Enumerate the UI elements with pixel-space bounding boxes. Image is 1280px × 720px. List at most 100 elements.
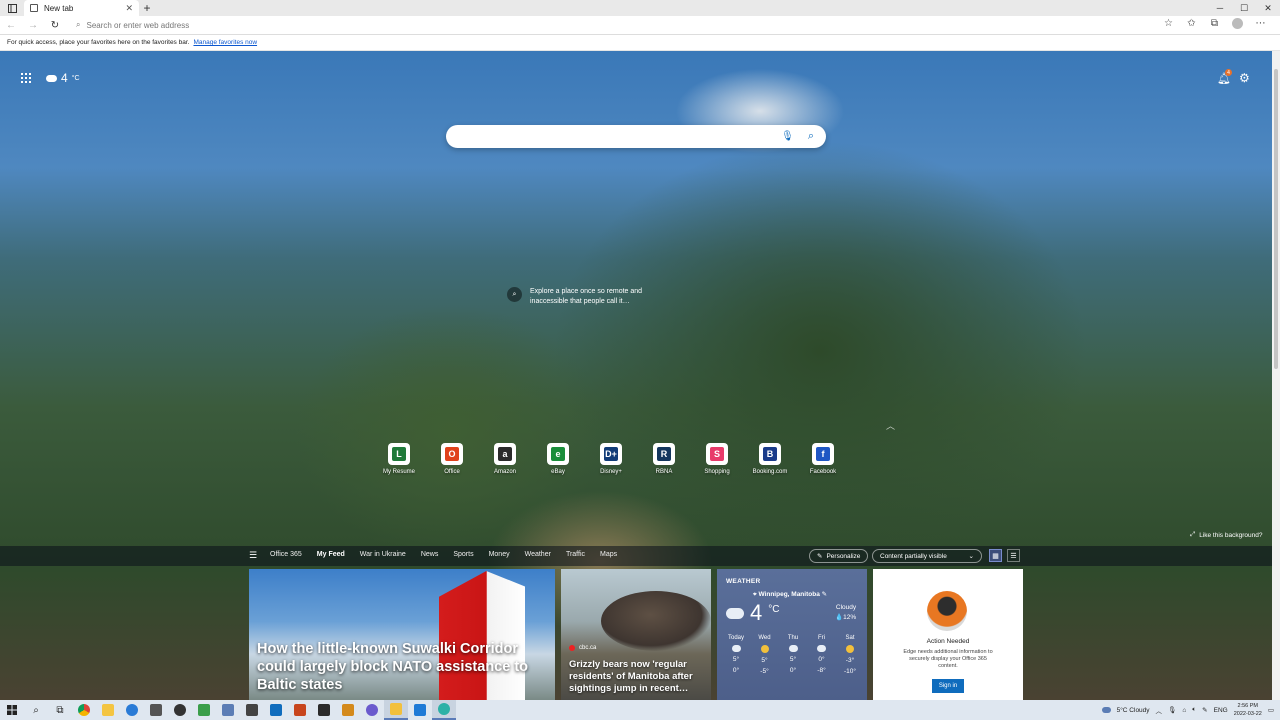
start-windows-icon[interactable] bbox=[0, 700, 24, 720]
forward-icon[interactable]: → bbox=[22, 20, 44, 31]
quick-link-logo-icon: D+ bbox=[600, 443, 622, 465]
chevron-up-icon[interactable]: ︿ bbox=[886, 419, 895, 432]
quick-link-logo-icon: e bbox=[547, 443, 569, 465]
close-window-icon[interactable]: ✕ bbox=[1256, 3, 1280, 14]
language-indicator[interactable]: ENG bbox=[1214, 707, 1228, 714]
sign-in-button[interactable]: Sign in bbox=[932, 679, 964, 693]
edit-location-icon[interactable]: ✎ bbox=[822, 591, 827, 598]
weather-card[interactable]: WEATHER ⌖ Winnipeg, Manitoba ✎ 4 °C Clou… bbox=[717, 569, 867, 700]
search-submit-icon[interactable]: ⌕ bbox=[808, 130, 814, 143]
maximize-icon[interactable]: ☐ bbox=[1232, 3, 1256, 14]
tab-strip: New tab ✕ + ─ ☐ ✕ bbox=[0, 0, 1280, 16]
feed-tab[interactable]: My Feed bbox=[317, 551, 345, 558]
weather-widget[interactable]: 4 °C bbox=[46, 71, 80, 85]
more-options-icon[interactable]: ⋯ bbox=[1249, 18, 1272, 32]
feed-tab[interactable]: Sports bbox=[453, 551, 473, 558]
quick-link[interactable]: f Facebook bbox=[804, 443, 842, 475]
quick-link[interactable]: e eBay bbox=[539, 443, 577, 475]
hamburger-menu-icon[interactable]: ☰ bbox=[249, 550, 257, 561]
app-launcher-icon[interactable] bbox=[21, 73, 31, 83]
close-tab-icon[interactable]: ✕ bbox=[125, 3, 133, 14]
clock[interactable]: 2:56 PM 2022-03-22 bbox=[1234, 702, 1262, 718]
news-card-grizzly[interactable]: cbc.ca Grizzly bears now 'regular reside… bbox=[561, 569, 711, 700]
favorites-hint: For quick access, place your favorites h… bbox=[7, 39, 190, 46]
magnifier-icon: ⌕ bbox=[507, 287, 522, 302]
scrollbar-thumb[interactable] bbox=[1274, 69, 1278, 369]
list-layout-icon[interactable]: ☰ bbox=[1007, 549, 1020, 562]
edge-icon[interactable] bbox=[432, 700, 456, 720]
notifications-button[interactable]: 🔔︎ 4 bbox=[1217, 69, 1232, 85]
microphone-icon[interactable]: 🎙︎ bbox=[781, 131, 794, 142]
quick-link[interactable]: R RBNA bbox=[645, 443, 683, 475]
media-app-icon[interactable] bbox=[336, 700, 360, 720]
photos-icon[interactable] bbox=[216, 700, 240, 720]
obs-icon[interactable] bbox=[168, 700, 192, 720]
microphone-tray-icon[interactable]: 🎙︎ bbox=[1168, 706, 1176, 714]
refresh-icon[interactable]: ↻ bbox=[44, 20, 66, 31]
favorites-icon[interactable]: ✩ bbox=[1180, 18, 1203, 32]
quick-link[interactable]: L My Resume bbox=[380, 443, 418, 475]
manage-favorites-link[interactable]: Manage favorites now bbox=[193, 39, 257, 46]
grid-layout-icon[interactable]: ▦ bbox=[989, 549, 1002, 562]
personalize-button[interactable]: ✎ Personalize bbox=[809, 549, 869, 563]
profile-icon[interactable] bbox=[1226, 18, 1249, 32]
back-icon[interactable]: ← bbox=[0, 20, 22, 31]
like-background-button[interactable]: ⤢ Like this background? bbox=[1190, 531, 1262, 539]
news-card-nato[interactable]: How the little-known Suwalki Corridor co… bbox=[249, 569, 555, 700]
weather-unit: °C bbox=[71, 74, 80, 82]
tab-actions-icon[interactable] bbox=[0, 0, 24, 16]
camera-app-icon[interactable] bbox=[312, 700, 336, 720]
address-field[interactable]: ⌕ Search or enter web address bbox=[72, 18, 1157, 33]
store-icon[interactable] bbox=[240, 700, 264, 720]
quick-link[interactable]: S Shopping bbox=[698, 443, 736, 475]
chrome-icon[interactable] bbox=[72, 700, 96, 720]
tray-overflow-icon[interactable]: ︿ bbox=[1156, 705, 1163, 715]
quick-link[interactable]: O Office bbox=[433, 443, 471, 475]
taskbar-search-icon[interactable]: ⌕ bbox=[24, 700, 48, 720]
quick-link-logo-icon: R bbox=[653, 443, 675, 465]
taskbar-weather[interactable]: 5°C Cloudy bbox=[1117, 707, 1150, 714]
background-info[interactable]: ⌕ Explore a place once so remote and ina… bbox=[507, 287, 667, 307]
add-favorite-icon[interactable]: ☆ bbox=[1157, 18, 1180, 32]
feed-tab[interactable]: Money bbox=[489, 551, 510, 558]
feed-tab[interactable]: News bbox=[421, 551, 439, 558]
feed-tab[interactable]: Traffic bbox=[566, 551, 585, 558]
new-tab-button[interactable]: + bbox=[139, 1, 155, 15]
current-temp: 4 bbox=[750, 600, 763, 625]
sticky-notes-icon[interactable] bbox=[384, 700, 408, 720]
network-icon[interactable]: ⌂ bbox=[1182, 707, 1186, 714]
feed-tab[interactable]: Weather bbox=[525, 551, 551, 558]
feed-tab[interactable]: War in Ukraine bbox=[360, 551, 406, 558]
edge-legacy-icon[interactable] bbox=[120, 700, 144, 720]
pen-workspace-icon[interactable]: ✎ bbox=[1202, 706, 1207, 714]
outlook-icon[interactable] bbox=[264, 700, 288, 720]
feed-tab[interactable]: Office 365 bbox=[270, 551, 302, 558]
volume-icon[interactable]: 🔈︎ bbox=[1192, 706, 1196, 714]
notifications-tray-icon[interactable]: ▭ bbox=[1268, 706, 1274, 714]
quick-link[interactable]: B Booking.com bbox=[751, 443, 789, 475]
file-explorer-icon[interactable] bbox=[96, 700, 120, 720]
forecast-high: 5° bbox=[761, 657, 768, 664]
web-search-input[interactable] bbox=[460, 129, 770, 144]
collections-icon[interactable]: ⧉ bbox=[1203, 18, 1226, 32]
clock-time: 2:56 PM bbox=[1237, 703, 1259, 709]
pen-app-icon[interactable] bbox=[144, 700, 168, 720]
quick-link-label: RBNA bbox=[655, 469, 673, 475]
task-view-icon[interactable]: ⧉ bbox=[48, 700, 72, 720]
minimize-icon[interactable]: ─ bbox=[1208, 3, 1232, 14]
game-icon[interactable] bbox=[288, 700, 312, 720]
weather-condition-text: Cloudy bbox=[835, 604, 857, 611]
page-settings-icon[interactable]: ⚙ bbox=[1239, 71, 1250, 85]
tab-new-tab[interactable]: New tab ✕ bbox=[24, 0, 139, 16]
forecast-day: Thu 5° 0° bbox=[780, 635, 806, 675]
vscode-icon[interactable] bbox=[408, 700, 432, 720]
weather-location[interactable]: ⌖ Winnipeg, Manitoba ✎ bbox=[753, 590, 827, 599]
page-scrollbar[interactable] bbox=[1272, 51, 1280, 700]
paint-icon[interactable] bbox=[192, 700, 216, 720]
quick-link[interactable]: D+ Disney+ bbox=[592, 443, 630, 475]
quick-link[interactable]: a Amazon bbox=[486, 443, 524, 475]
content-visibility-dropdown[interactable]: Content partially visible ⌄ bbox=[872, 549, 982, 563]
forecast-day-name: Sat bbox=[845, 635, 855, 641]
edge-dev-icon[interactable] bbox=[360, 700, 384, 720]
feed-tab[interactable]: Maps bbox=[600, 551, 617, 558]
